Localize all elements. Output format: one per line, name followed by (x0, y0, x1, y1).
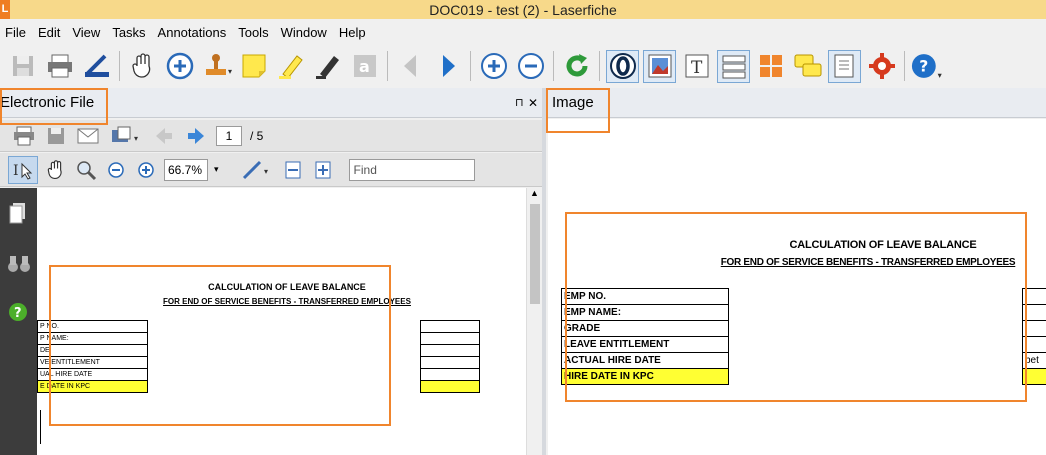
zoom-level-input[interactable]: 66.7% (164, 158, 208, 181)
svg-text:a: a (359, 57, 370, 76)
menu-tasks[interactable]: Tasks (107, 25, 152, 40)
menu-tools[interactable]: Tools (233, 25, 275, 40)
text-annotation-icon[interactable]: a (348, 50, 381, 83)
toolbar-separator (553, 51, 554, 81)
fit-width-icon[interactable] (281, 158, 305, 182)
toolbar-separator (387, 51, 388, 81)
svg-text:▾: ▾ (134, 134, 138, 143)
refresh-icon[interactable] (560, 50, 593, 83)
vertical-scrollbar[interactable]: ▲ (526, 188, 542, 455)
binoculars-search-icon[interactable] (7, 254, 31, 277)
highlight-box-image-title (546, 88, 610, 133)
page-total: / 5 (250, 128, 264, 143)
help-icon[interactable]: ? ▾ (911, 50, 944, 83)
toolbar-separator (470, 51, 471, 81)
menu-view[interactable]: View (67, 25, 107, 40)
svg-text:T: T (691, 58, 703, 78)
previous-page-icon[interactable] (152, 124, 176, 148)
highlight-box-document (49, 265, 391, 426)
laserfiche-logo: L (0, 0, 10, 19)
select-text-icon[interactable]: I (8, 155, 38, 184)
form-row-value (420, 344, 480, 357)
svg-text:?: ? (14, 306, 22, 321)
menu-bar: File Edit View Tasks Annotations Tools W… (0, 21, 1046, 43)
fields-view-icon[interactable] (717, 49, 750, 83)
pdf-toolbar-tools: I 66.7% ▾ ▾ Find (0, 153, 542, 187)
annotations-panel-icon[interactable] (791, 50, 824, 83)
scrollbar-thumb[interactable] (530, 204, 540, 304)
ocr-icon[interactable] (606, 49, 639, 83)
marquee-zoom-icon[interactable] (74, 158, 98, 182)
menu-annotations[interactable]: Annotations (153, 25, 234, 40)
next-page-icon[interactable] (184, 124, 208, 148)
print-icon[interactable] (43, 50, 76, 83)
menu-edit[interactable]: Edit (33, 25, 67, 40)
print-icon[interactable] (12, 124, 36, 148)
image-view-icon[interactable] (643, 49, 676, 83)
previous-page-icon[interactable] (394, 50, 427, 83)
zoom-in-icon[interactable] (134, 158, 158, 182)
navigation-rail: ? (0, 188, 37, 455)
zoom-out-icon[interactable] (104, 158, 128, 182)
toolbar-separator (119, 51, 120, 81)
add-page-icon[interactable] (477, 50, 510, 83)
settings-icon[interactable] (865, 50, 898, 83)
marker-icon[interactable] (311, 50, 344, 83)
metadata-icon[interactable] (828, 49, 861, 83)
highlight-box-image (565, 212, 1027, 402)
hand-tool-icon[interactable] (44, 158, 68, 182)
toolbar-separator (904, 51, 905, 81)
text-view-icon[interactable]: T (680, 50, 713, 83)
svg-text:?: ? (919, 58, 928, 76)
thumbnails-icon[interactable] (754, 50, 787, 83)
svg-text:▾: ▾ (228, 67, 232, 76)
zoom-dropdown-icon[interactable]: ▾ (214, 164, 219, 175)
fit-page-icon[interactable] (311, 158, 335, 182)
svg-text:▾: ▾ (264, 167, 268, 176)
form-row-value (420, 332, 480, 345)
svg-text:▾: ▾ (938, 70, 943, 80)
form-row-value (420, 368, 480, 381)
remove-page-icon[interactable] (514, 50, 547, 83)
highlighter-icon[interactable] (274, 50, 307, 83)
lower-table-edge (37, 410, 41, 444)
pin-icon[interactable]: ⊓ (515, 88, 524, 118)
save-icon[interactable] (44, 124, 68, 148)
scanner-icon[interactable] (80, 50, 113, 83)
pages-panel-icon[interactable] (9, 202, 27, 227)
menu-file[interactable]: File (0, 25, 33, 40)
zoom-in-icon[interactable] (163, 50, 196, 83)
window-title: DOC019 - test (2) - Laserfiche (429, 1, 617, 18)
svg-text:I: I (13, 163, 19, 179)
page-number-input[interactable]: 1 (216, 125, 242, 146)
image-header: Image (546, 88, 1046, 118)
close-icon[interactable]: ✕ (528, 88, 538, 118)
menu-window[interactable]: Window (276, 25, 334, 40)
employee-form-values (420, 320, 480, 393)
help-icon[interactable]: ? (8, 302, 28, 325)
form-row-value (420, 356, 480, 369)
stamp-icon[interactable]: ▾ (200, 50, 233, 83)
sign-pen-icon[interactable]: ▾ (239, 158, 275, 182)
save-icon[interactable] (6, 50, 39, 83)
form-row-value (420, 320, 480, 333)
email-icon[interactable] (76, 124, 100, 148)
sticky-note-icon[interactable] (237, 50, 270, 83)
title-bar: L DOC019 - test (2) - Laserfiche (0, 0, 1046, 19)
print-options-icon[interactable]: ▾ (108, 124, 144, 148)
pan-hand-icon[interactable] (126, 50, 159, 83)
next-page-icon[interactable] (431, 50, 464, 83)
find-input[interactable]: Find (348, 158, 475, 181)
toolbar-separator (599, 51, 600, 81)
form-row-value (420, 380, 480, 393)
main-toolbar: ▾ a T ? ▾ (0, 45, 1046, 87)
highlight-box-electronic-file (0, 88, 108, 125)
scroll-up-icon[interactable]: ▲ (530, 188, 539, 198)
menu-help[interactable]: Help (334, 25, 373, 40)
